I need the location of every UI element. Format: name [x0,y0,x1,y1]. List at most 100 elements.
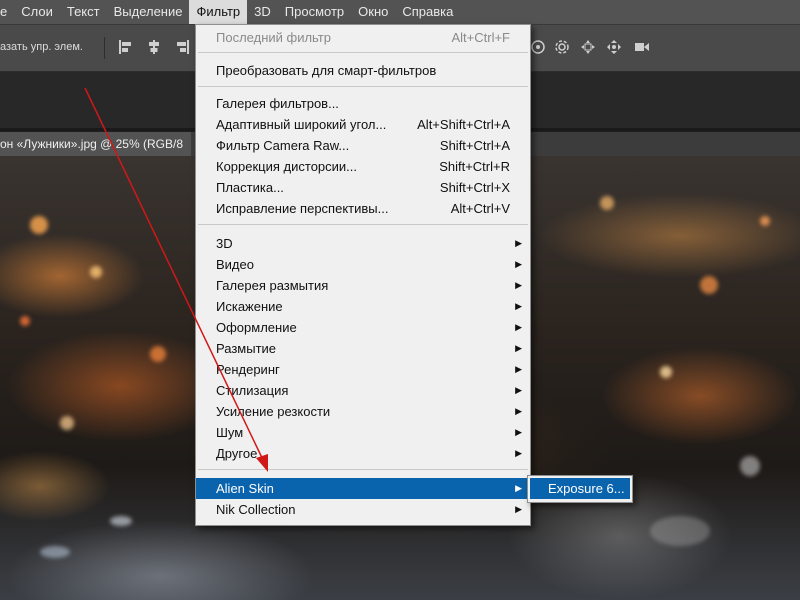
submenu-arrow-icon: ▶ [515,343,522,353]
menu-item-label: Exposure 6... [548,481,625,496]
bokeh-light [700,276,718,294]
align-hcenter-icon[interactable] [146,39,162,55]
submenu-arrow-icon: ▶ [515,259,522,269]
bokeh-light [600,196,614,210]
submenu-arrow-icon: ▶ [515,427,522,437]
menu-item-label: Искажение [216,299,283,314]
menu-item-shortcut: Alt+Shift+Ctrl+A [417,117,510,132]
menu-item-label: Адаптивный широкий угол... [216,117,387,132]
menu-bar: е Слои Текст Выделение Фильтр 3D Просмот… [0,0,800,25]
alien-skin-submenu: Exposure 6... [527,475,633,503]
menu-item-last-filter: Последний фильтр Alt+Ctrl+F [196,27,530,48]
bokeh-light [110,516,132,526]
bokeh-light [40,546,70,558]
menu-item-blur[interactable]: Размытие ▶ [196,338,530,359]
menu-item-shortcut: Shift+Ctrl+R [439,159,510,174]
menu-view[interactable]: Просмотр [278,0,351,24]
menu-type[interactable]: Текст [60,0,107,24]
align-left-icon[interactable] [118,39,134,55]
video-camera-icon[interactable] [634,39,650,55]
menu-item-label: Рендеринг [216,362,280,377]
menu-separator [198,52,528,53]
rotate-3d-icon[interactable] [530,39,546,55]
menu-item-nik-collection[interactable]: Nik Collection ▶ [196,499,530,520]
menu-item-shortcut: Alt+Ctrl+V [450,201,510,216]
bokeh-light [760,216,770,226]
slide-3d-icon[interactable] [606,39,622,55]
menu-item-label: 3D [216,236,233,251]
roll-3d-icon[interactable] [554,39,570,55]
bokeh-light [60,416,74,430]
menu-item-label: Видео [216,257,254,272]
bokeh-light [740,456,760,476]
menu-filter[interactable]: Фильтр [189,0,248,24]
menu-item-render[interactable]: Рендеринг ▶ [196,359,530,380]
menu-separator [198,86,528,87]
menu-select[interactable]: Выделение [107,0,190,24]
menu-item-exposure-6[interactable]: Exposure 6... [530,478,630,499]
menu-item-stylize[interactable]: Стилизация ▶ [196,380,530,401]
submenu-arrow-icon: ▶ [515,483,522,493]
menu-item-shortcut: Alt+Ctrl+F [451,30,510,45]
bokeh-light [90,266,102,278]
menu-item-label: Другое [216,446,258,461]
submenu-arrow-icon: ▶ [515,504,522,514]
menu-item-label: Размытие [216,341,277,356]
filter-menu: Последний фильтр Alt+Ctrl+F Преобразоват… [195,24,531,526]
submenu-arrow-icon: ▶ [515,406,522,416]
menu-item-label: Исправление перспективы... [216,201,389,216]
bokeh-light [30,216,48,234]
submenu-arrow-icon: ▶ [515,238,522,248]
menu-image[interactable]: е [0,0,14,24]
menu-item-label: Последний фильтр [216,30,331,45]
menu-item-label: Фильтр Camera Raw... [216,138,350,153]
menu-window[interactable]: Окно [351,0,395,24]
menu-item-lens-correction[interactable]: Коррекция дисторсии... Shift+Ctrl+R [196,156,530,177]
pan-3d-icon[interactable] [580,39,596,55]
menu-item-filter-gallery[interactable]: Галерея фильтров... [196,93,530,114]
menu-item-noise[interactable]: Шум ▶ [196,422,530,443]
bokeh-light [650,516,710,546]
menu-item-distort[interactable]: Искажение ▶ [196,296,530,317]
submenu-arrow-icon: ▶ [515,301,522,311]
menu-layers[interactable]: Слои [14,0,60,24]
bokeh-light [150,346,166,362]
menu-item-blur-gallery[interactable]: Галерея размытия ▶ [196,275,530,296]
submenu-arrow-icon: ▶ [515,364,522,374]
menu-item-vanishing-point[interactable]: Исправление перспективы... Alt+Ctrl+V [196,198,530,219]
menu-item-video[interactable]: Видео ▶ [196,254,530,275]
options-divider [104,37,105,59]
menu-item-label: Коррекция дисторсии... [216,159,358,174]
menu-item-label: Преобразовать для смарт-фильтров [216,63,437,78]
menu-item-liquify[interactable]: Пластика... Shift+Ctrl+X [196,177,530,198]
menu-item-sharpen[interactable]: Усиление резкости ▶ [196,401,530,422]
menu-item-camera-raw[interactable]: Фильтр Camera Raw... Shift+Ctrl+A [196,135,530,156]
menu-3d[interactable]: 3D [247,0,278,24]
menu-item-label: Галерея размытия [216,278,329,293]
bokeh-light [20,316,30,326]
menu-separator [198,469,528,470]
menu-item-shortcut: Shift+Ctrl+X [439,180,510,195]
menu-item-label: Стилизация [216,383,289,398]
menu-item-label: Alien Skin [216,481,274,496]
menu-item-convert-smart-filters[interactable]: Преобразовать для смарт-фильтров [196,60,530,81]
menu-item-label: Шум [216,425,244,440]
submenu-arrow-icon: ▶ [515,385,522,395]
menu-item-label: Оформление [216,320,297,335]
menu-item-adaptive-wide-angle[interactable]: Адаптивный широкий угол... Alt+Shift+Ctr… [196,114,530,135]
menu-item-other[interactable]: Другое ▶ [196,443,530,464]
menu-item-label: Усиление резкости [216,404,331,419]
menu-item-3d[interactable]: 3D ▶ [196,233,530,254]
menu-item-label: Пластика... [216,180,284,195]
show-transform-controls-label[interactable]: азать упр. элем. [0,41,83,53]
menu-item-pixelate[interactable]: Оформление ▶ [196,317,530,338]
align-right-icon[interactable] [174,39,190,55]
submenu-arrow-icon: ▶ [515,280,522,290]
menu-item-alien-skin[interactable]: Alien Skin ▶ [196,478,530,499]
menu-help[interactable]: Справка [395,0,460,24]
submenu-arrow-icon: ▶ [515,322,522,332]
document-tab[interactable]: он «Лужники».jpg @ 25% (RGB/8 [0,132,191,156]
menu-item-label: Nik Collection [216,502,296,517]
menu-item-label: Галерея фильтров... [216,96,339,111]
bokeh-light [660,366,672,378]
